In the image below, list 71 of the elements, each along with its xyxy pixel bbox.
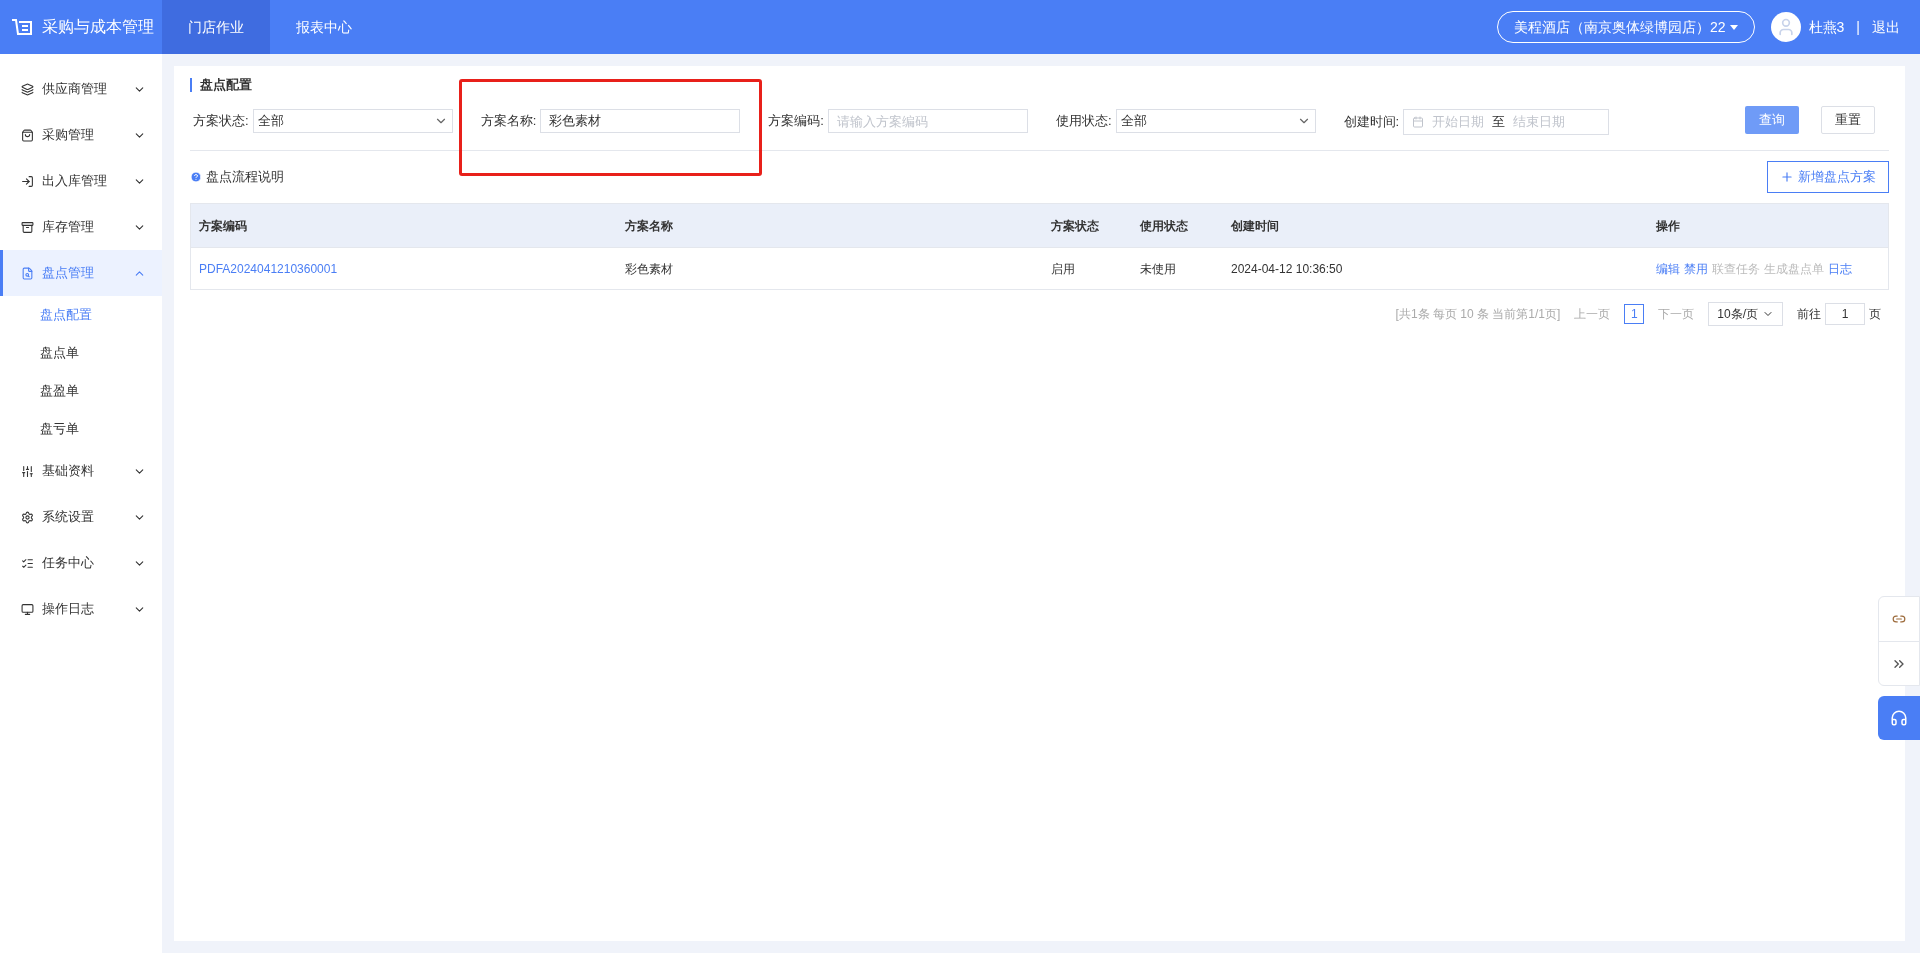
menu-icon — [21, 602, 34, 616]
menu-icon — [21, 510, 34, 524]
date-range-field[interactable]: 开始日期 至 结束日期 — [1403, 109, 1610, 135]
filter-label: 方案名称: — [480, 112, 537, 131]
logo-icon — [10, 17, 34, 37]
app-title: 采购与成本管理 — [42, 17, 154, 37]
separator-text: | — [1856, 17, 1860, 37]
submenu-item[interactable]: 盘点单 — [0, 334, 162, 372]
sidebar-item[interactable]: 操作日志 — [0, 586, 162, 632]
table-cell-text: 2024-04-12 10:36:50 — [1230, 260, 1344, 278]
help-icon — [190, 171, 202, 183]
plan-code-link[interactable]: PDFA2024041210360001 — [191, 259, 617, 278]
plus-icon — [1780, 170, 1794, 184]
input-field[interactable]: 彩色素材 — [540, 109, 741, 133]
action-link[interactable]: 编辑 — [1656, 259, 1680, 278]
table-cell-text: 彩色素材 — [624, 260, 674, 278]
filter-label: 方案状态: — [193, 112, 249, 131]
sidebar-item[interactable]: 系统设置 — [0, 494, 162, 540]
action-link[interactable]: 日志 — [1828, 259, 1852, 278]
submenu-item[interactable]: 盘点配置 — [0, 296, 162, 334]
sidebar-item[interactable]: 供应商管理 — [0, 66, 162, 112]
help-link[interactable]: 盘点流程说明 — [190, 167, 284, 187]
action-link[interactable]: 禁用 — [1684, 259, 1708, 278]
select-field[interactable]: 全部 — [1115, 109, 1316, 133]
page-size-select[interactable]: 10条/页 — [1708, 302, 1783, 326]
caret-icon — [1729, 24, 1738, 30]
filter-label: 使用状态: — [1055, 112, 1112, 131]
menu-icon — [21, 82, 34, 96]
column-header: 使用状态 — [1139, 217, 1189, 235]
filter-label: 方案编码: — [768, 112, 824, 131]
submenu-item[interactable]: 盘盈单 — [0, 372, 162, 410]
sidebar-item[interactable]: 盘点管理 — [0, 250, 162, 296]
column-header: 方案状态 — [1050, 217, 1100, 235]
page-number[interactable]: 1 — [1624, 304, 1645, 324]
column-header: 创建时间 — [1230, 217, 1280, 235]
calendar-icon — [1412, 116, 1425, 128]
menu-icon — [21, 128, 34, 142]
add-plan-button[interactable]: 新增盘点方案 — [1767, 161, 1889, 193]
nav-tab[interactable]: 报表中心 — [270, 0, 378, 54]
goto-suffix: 页 — [1869, 306, 1881, 323]
reset-button[interactable]: 重置 — [1821, 106, 1875, 134]
avatar — [1770, 12, 1801, 42]
sidebar-item[interactable]: 出入库管理 — [0, 158, 162, 204]
sidebar-item[interactable]: 采购管理 — [0, 112, 162, 158]
menu-icon — [21, 220, 34, 234]
menu-icon — [21, 266, 34, 280]
column-header: 操作 — [1655, 217, 1681, 235]
nav-tab[interactable]: 门店作业 — [162, 0, 270, 54]
select-field[interactable]: 全部 — [252, 109, 453, 133]
table-cell-text: 未使用 — [1139, 260, 1177, 278]
sidebar-item[interactable]: 库存管理 — [0, 204, 162, 250]
user-name: 杜燕3 — [1808, 17, 1845, 37]
goto-page-input[interactable]: 1 — [1825, 303, 1865, 325]
support-button[interactable] — [1878, 696, 1920, 740]
menu-icon — [21, 174, 34, 188]
sidebar-item[interactable]: 基础资料 — [0, 448, 162, 494]
goto-label: 前往 — [1797, 306, 1821, 323]
headset-icon — [1890, 709, 1908, 727]
input-field[interactable]: 请输入方案编码 — [827, 109, 1028, 133]
submenu-item[interactable]: 盘亏单 — [0, 410, 162, 448]
menu-icon — [21, 556, 34, 570]
logout-link[interactable]: 退出 — [1872, 16, 1900, 38]
sidebar-item[interactable]: 任务中心 — [0, 540, 162, 586]
table-cell-text: 启用 — [1050, 260, 1076, 278]
page-title: 盘点配置 — [190, 78, 1889, 92]
filter-label: 创建时间: — [1343, 113, 1400, 132]
link-icon — [1892, 612, 1906, 626]
menu-icon — [21, 464, 34, 478]
pagination-summary: [共1条 每页 10 条 当前第1/1页] — [1395, 306, 1561, 323]
column-header: 方案名称 — [624, 217, 674, 235]
column-header: 方案编码 — [198, 217, 248, 235]
